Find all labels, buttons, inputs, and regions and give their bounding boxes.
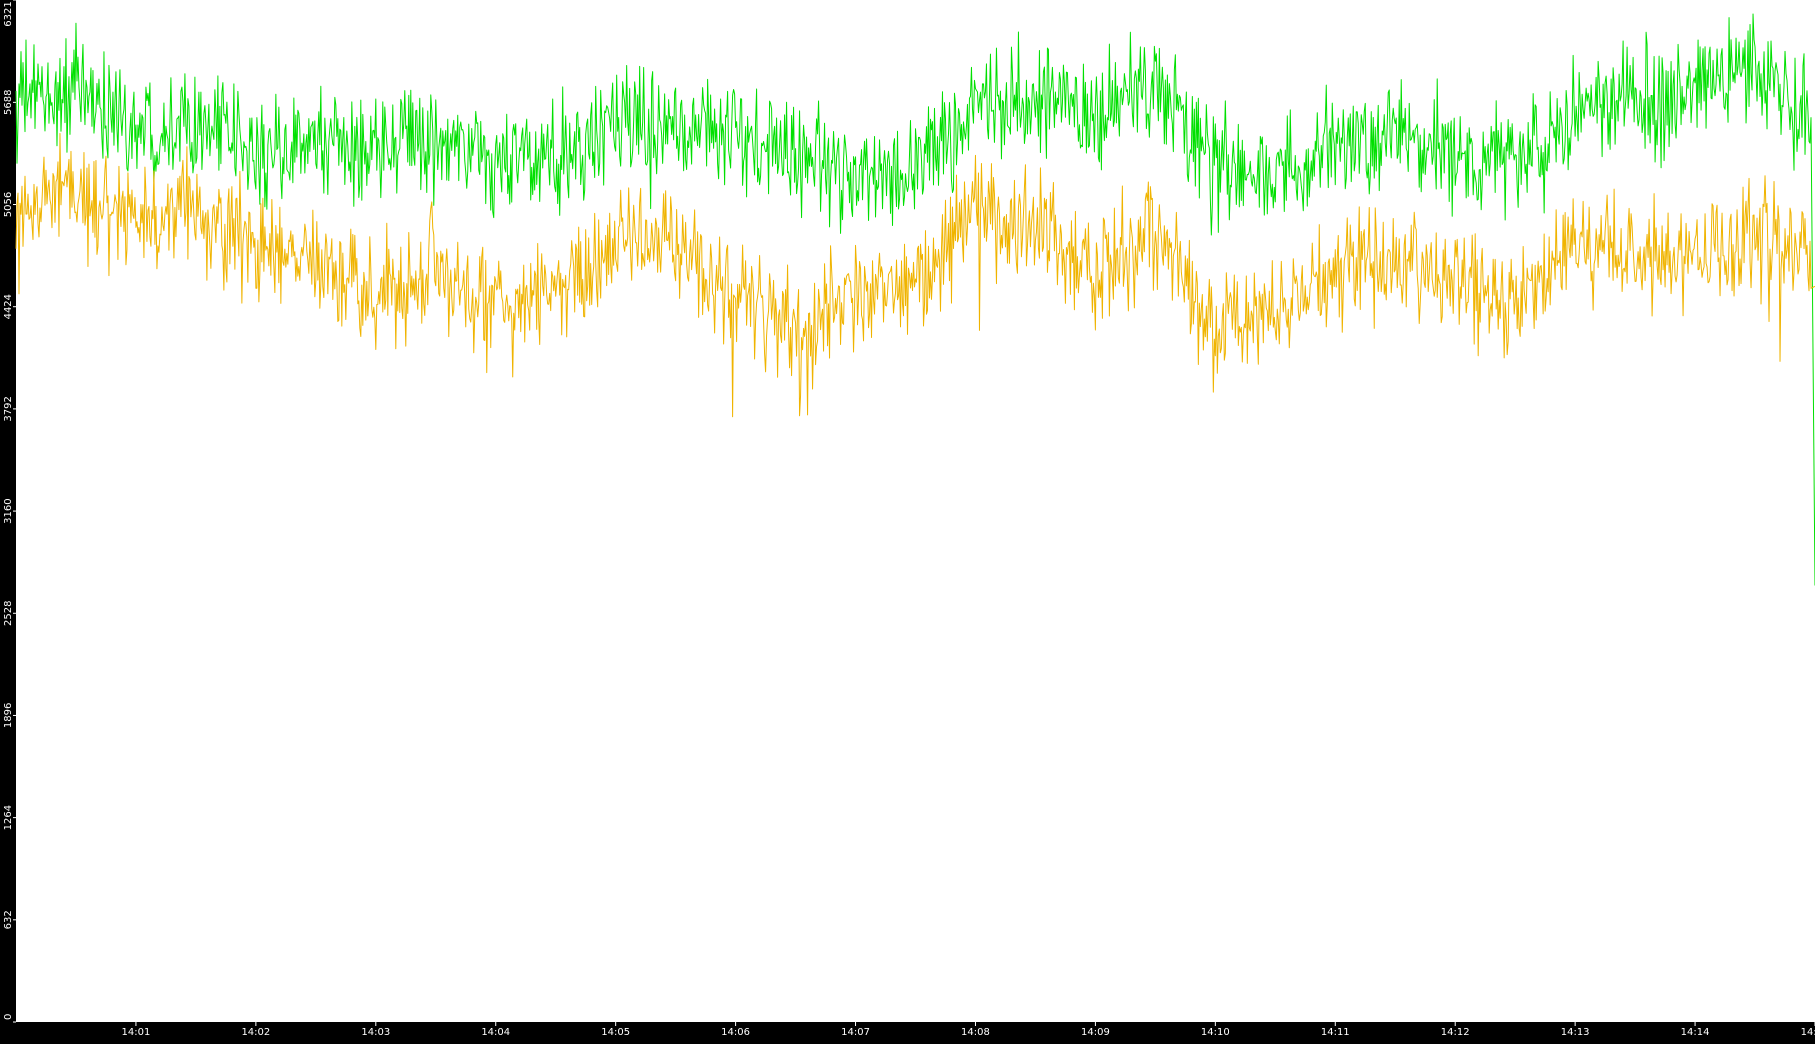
x-tick-label: 14:02: [241, 1027, 270, 1038]
y-tick-label: 4424: [3, 294, 14, 319]
y-tick-label: 3160: [3, 498, 14, 523]
y-tick-label: 1264: [3, 805, 14, 830]
x-tick-label: 14:07: [841, 1027, 870, 1038]
x-tick-label: 14:11: [1321, 1027, 1350, 1038]
y-tick-label: 5056: [3, 192, 14, 217]
x-tick-label: 14:15: [1801, 1027, 1815, 1038]
y-tick-label: 6321: [3, 1, 14, 26]
y-axis: 0 632 1264 1896 2528 3160 3792 4424 5056 5688 6321: [3, 0, 16, 1023]
x-tick-label: 14:04: [481, 1027, 510, 1038]
x-tick-label: 14:12: [1441, 1027, 1470, 1038]
x-tick-label: 14:09: [1081, 1027, 1110, 1038]
x-tick-label: 14:05: [601, 1027, 630, 1038]
x-axis: 14:01 14:02 14:03 14:04 14:05 14:06 14:07 14:08…: [122, 1022, 1815, 1038]
x-tick-label: 14:08: [961, 1027, 990, 1038]
y-tick-label: 632: [3, 910, 14, 929]
x-tick-label: 14:13: [1561, 1027, 1590, 1038]
y-tick-label: 2528: [3, 601, 14, 626]
x-tick-label: 14:06: [721, 1027, 750, 1038]
x-tick-label: 14:03: [361, 1027, 390, 1038]
x-tick-label: 14:14: [1681, 1027, 1710, 1038]
y-tick-label: 0: [3, 1014, 14, 1020]
x-tick-label: 14:10: [1201, 1027, 1230, 1038]
y-tick-label: 3792: [3, 396, 14, 421]
y-tick-label: 1896: [3, 703, 14, 728]
line-chart: 0 632 1264 1896 2528 3160 3792 4424 5056 5688 6321…: [3, 0, 1815, 1038]
chart-root: 0 632 1264 1896 2528 3160 3792 4424 5056 5688 6321…: [0, 0, 1815, 1039]
y-tick-label: 5688: [3, 90, 14, 115]
x-tick-label: 14:01: [122, 1027, 151, 1038]
